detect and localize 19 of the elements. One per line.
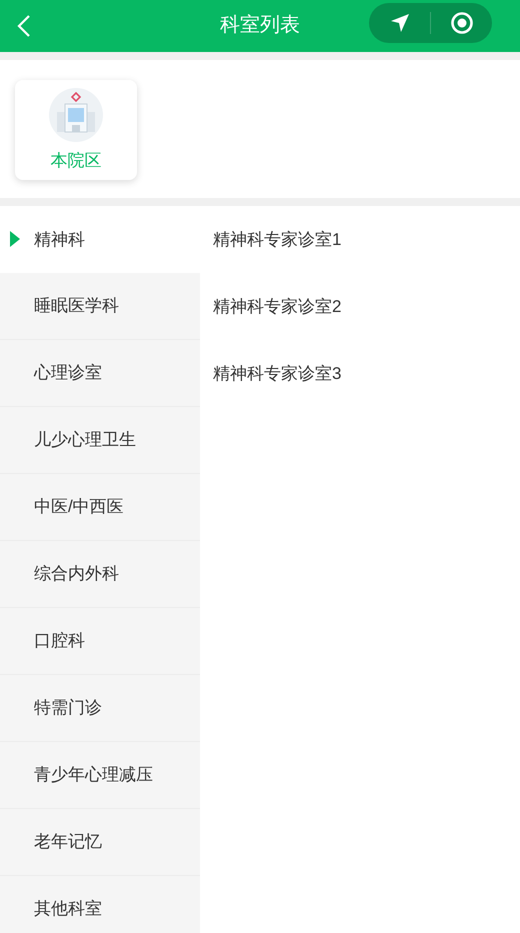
- page-title: 科室列表: [219, 13, 301, 38]
- hospital-icon: [49, 88, 103, 142]
- back-icon: [17, 14, 31, 38]
- clinic-item[interactable]: 精神科专家诊室2: [200, 273, 520, 340]
- clinic-item[interactable]: 精神科专家诊室1: [200, 206, 520, 273]
- department-item[interactable]: 特需门诊: [0, 675, 200, 742]
- department-item[interactable]: 口腔科: [0, 608, 200, 675]
- department-item[interactable]: 儿少心理卫生: [0, 407, 200, 474]
- department-item[interactable]: 睡眠医学科: [0, 273, 200, 340]
- department-item[interactable]: 综合内外科: [0, 541, 200, 608]
- department-item[interactable]: 心理诊室: [0, 340, 200, 407]
- department-item[interactable]: 老年记忆: [0, 809, 200, 876]
- clinic-item[interactable]: 精神科专家诊室3: [200, 340, 520, 407]
- department-item[interactable]: 其他科室: [0, 876, 200, 933]
- department-item[interactable]: 中医/中西医: [0, 474, 200, 541]
- target-icon: [450, 11, 474, 35]
- selected-triangle-icon: [10, 231, 20, 247]
- department-item[interactable]: 青少年心理减压: [0, 742, 200, 809]
- location-arrow-icon: [388, 12, 410, 34]
